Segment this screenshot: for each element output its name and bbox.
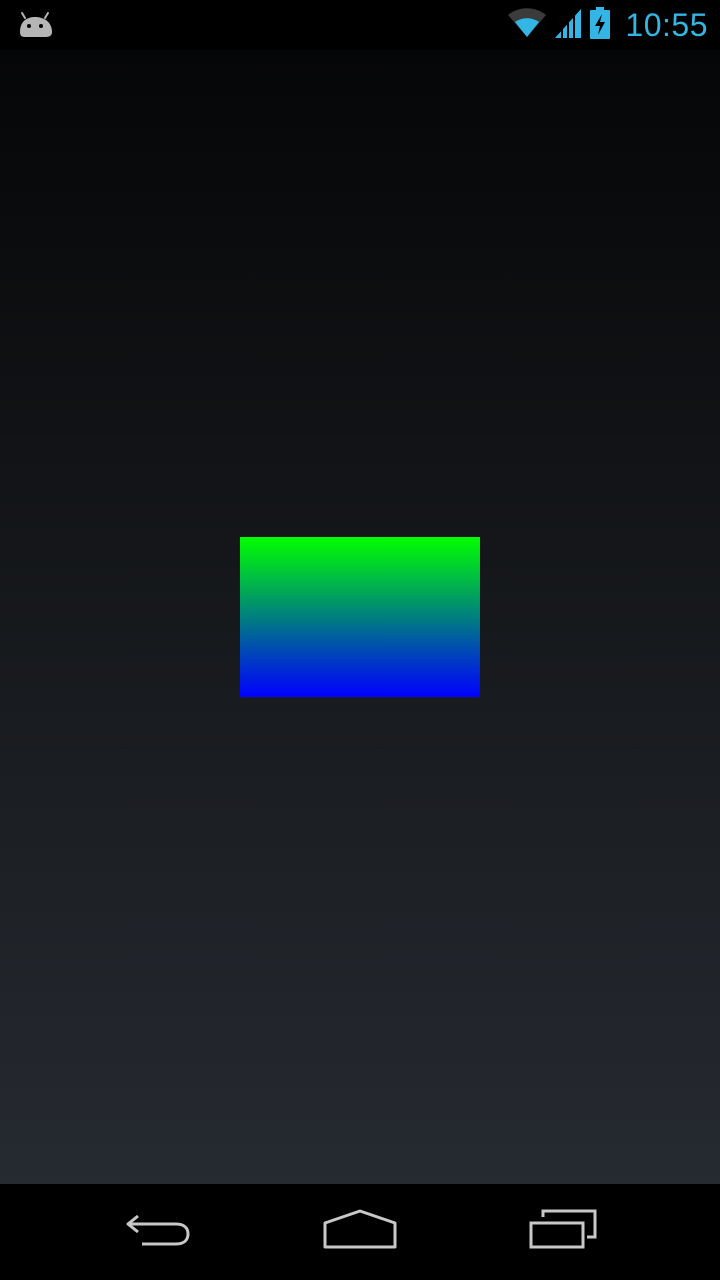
cell-signal-icon (553, 7, 583, 44)
home-button[interactable] (315, 1204, 405, 1260)
home-icon (322, 1209, 398, 1256)
clock: 10:55 (625, 6, 708, 43)
gradient-rectangle (240, 537, 480, 697)
back-button[interactable] (115, 1204, 205, 1260)
back-icon (124, 1210, 196, 1255)
app-content (0, 50, 720, 1184)
screen: 10:55 (0, 0, 720, 1280)
navigation-bar (0, 1184, 720, 1280)
status-icons: 10:55 (507, 0, 708, 50)
status-bar: 10:55 (0, 0, 720, 50)
battery-charging-icon (589, 6, 611, 45)
recents-icon (527, 1209, 599, 1256)
recents-button[interactable] (518, 1204, 608, 1260)
wifi-icon (507, 7, 547, 44)
android-icon (16, 10, 56, 40)
